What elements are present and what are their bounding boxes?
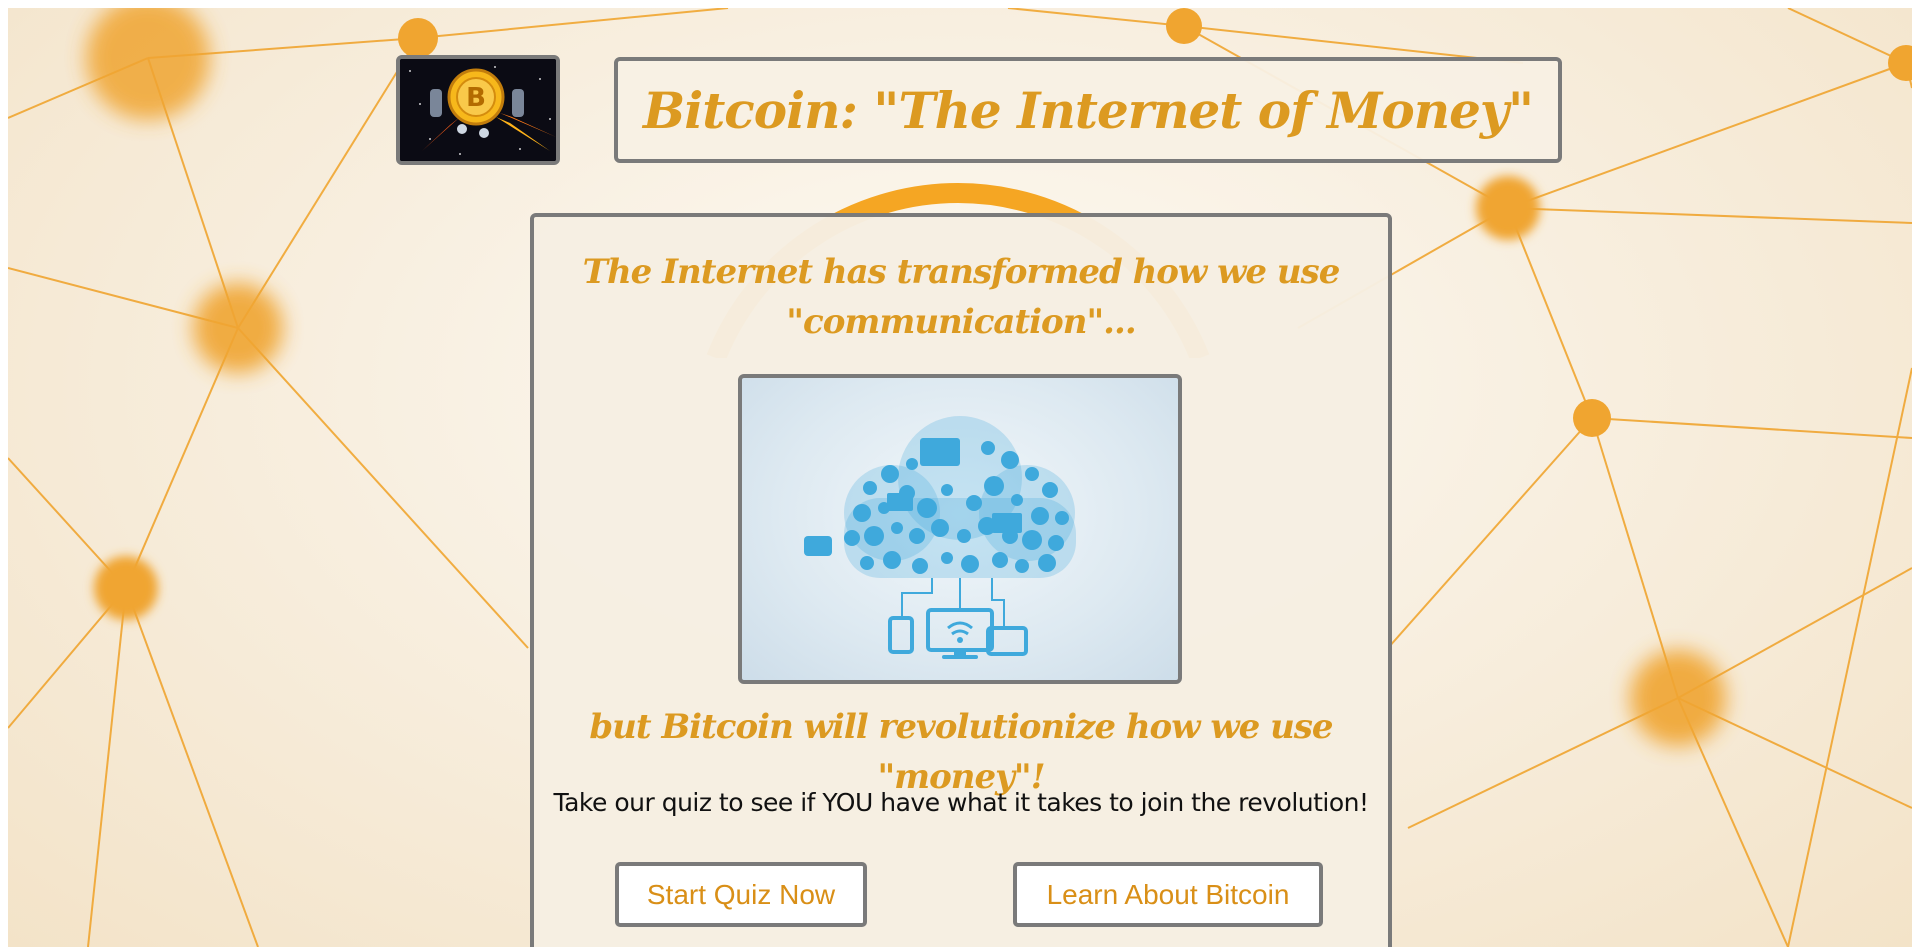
learn-about-bitcoin-button[interactable]: Learn About Bitcoin (1013, 862, 1323, 927)
logo[interactable]: B (396, 55, 560, 165)
page-background: B Bitcoin: "The Internet of Money" The I… (8, 8, 1912, 947)
quiz-prompt-text: Take our quiz to see if YOU have what it… (553, 788, 1369, 817)
title-box: Bitcoin: "The Internet of Money" (614, 57, 1562, 163)
headline-communication: The Internet has transformed how we use … (582, 252, 1341, 342)
bitcoin-rocket-logo-icon: B (400, 59, 556, 161)
headline-money: but Bitcoin will revolutionize how we us… (589, 707, 1333, 797)
cloud-network-image (738, 374, 1182, 684)
start-quiz-button[interactable]: Start Quiz Now (615, 862, 867, 927)
page-title: Bitcoin: "The Internet of Money" (642, 80, 1534, 140)
main-card: The Internet has transformed how we use … (530, 213, 1392, 947)
cloud-devices-icon (804, 416, 1076, 659)
svg-text:B: B (466, 83, 486, 113)
